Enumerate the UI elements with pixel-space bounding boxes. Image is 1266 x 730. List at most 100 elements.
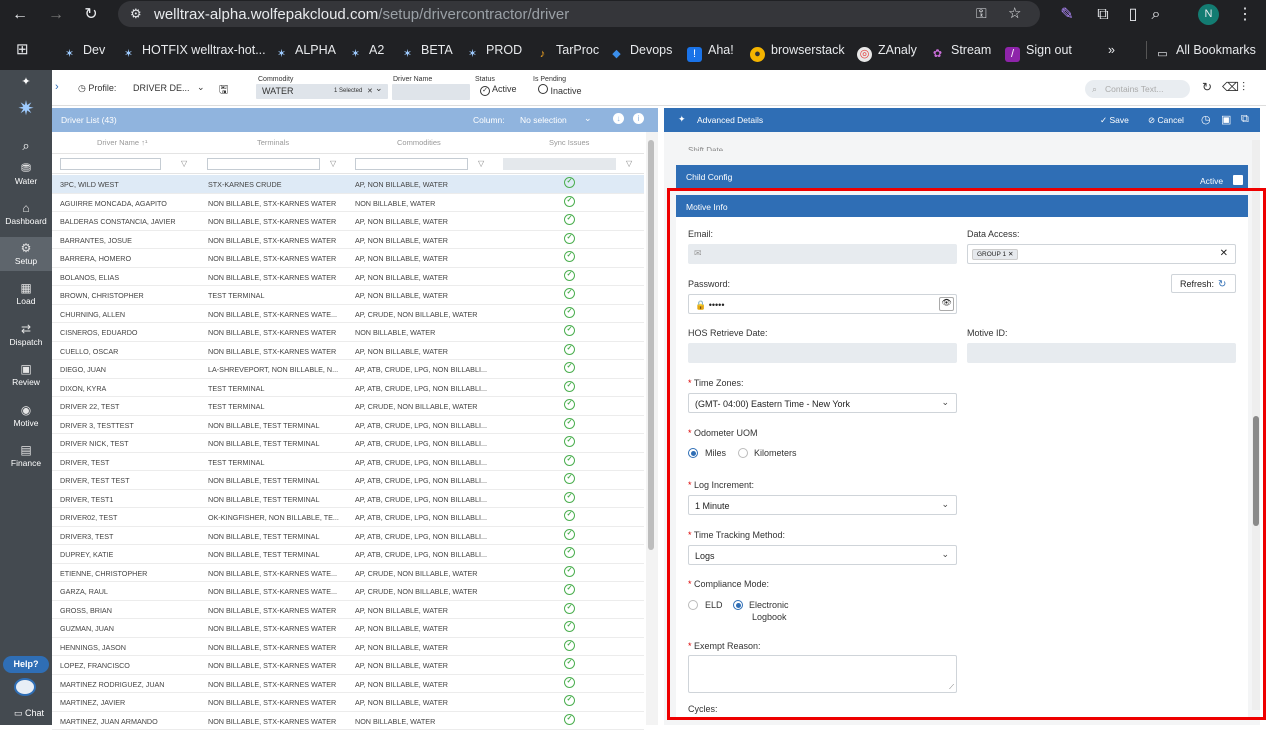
profile-avatar[interactable]: N [1198,4,1219,25]
back-icon[interactable]: ← [9,4,31,26]
expand-icon[interactable]: ⧉ [1241,113,1249,126]
nav-dashboard[interactable]: ⌂Dashboard [0,201,52,227]
extensions-icon[interactable]: ⧉ [1092,4,1114,26]
nav-water[interactable]: ⛃Water [0,161,52,187]
more-bookmarks-icon[interactable]: » [1108,41,1115,59]
header-driver-name[interactable]: Driver Name ↑¹ [97,138,147,147]
table-row[interactable]: MARTINEZ RODRIGUEZ, JUANNON BILLABLE, ST… [52,675,644,694]
table-row[interactable]: DIXON, KYRATEST TERMINALAP, ATB, CRUDE, … [52,379,644,398]
table-row[interactable]: DRIVER 3, TESTTESTNON BILLABLE, TEST TER… [52,416,644,435]
table-row[interactable]: BOLANOS, ELIASNON BILLABLE, STX-KARNES W… [52,268,644,287]
site-settings-icon[interactable]: ⚙ [130,6,142,22]
column-select[interactable]: No selection [520,115,567,125]
settings-sliders-icon[interactable]: ⫶ [1242,80,1245,95]
bookmark-alpha[interactable]: ✶ALPHA [274,41,336,59]
forward-icon[interactable]: → [45,4,67,26]
profile-value[interactable]: DRIVER DE... [133,83,190,93]
table-row[interactable]: AGUIRRE MONCADA, AGAPITONON BILLABLE, ST… [52,194,644,213]
table-row[interactable]: GARZA, RAULNON BILLABLE, STX-KARNES WATE… [52,582,644,601]
driver-name-input[interactable] [392,84,470,100]
profile-selector[interactable]: ◷ Profile: [78,83,116,94]
address-bar[interactable]: ⚙ welltrax-alpha.wolfepakcloud.com/setup… [118,1,1040,27]
table-row[interactable]: CHURNING, ALLENNON BILLABLE, STX-KARNES … [52,305,644,324]
cancel-button[interactable]: ⊘ Cancel [1148,115,1184,126]
all-bookmarks[interactable]: ▭All Bookmarks [1146,41,1256,59]
active-radio[interactable]: ✓ Active [480,84,517,96]
save-profile-icon[interactable]: 🖫 [219,81,228,100]
download-icon[interactable]: ↓ [613,113,624,124]
table-row[interactable]: DRIVER, TEST TESTNON BILLABLE, TEST TERM… [52,471,644,490]
pin-icon[interactable]: ✦ [678,114,686,125]
nav-load[interactable]: ▦Load [0,281,52,307]
column-chevron-icon[interactable]: ⌄ [584,113,592,124]
filter-icon[interactable]: ▽ [181,159,187,168]
child-config-section[interactable]: Child Config Active [676,165,1248,188]
extension-feather-icon[interactable]: ✎ [1056,4,1078,26]
bookmark-browserstack[interactable]: ●browserstack [750,41,845,59]
nav-finance[interactable]: ▤Finance [0,443,52,469]
user-card-icon[interactable]: ▣ [1221,113,1231,126]
table-row[interactable]: DRIVER 22, TESTTEST TERMINALAP, CRUDE, N… [52,397,644,416]
table-row[interactable]: LOPEZ, FRANCISCONON BILLABLE, STX-KARNES… [52,656,644,675]
table-row[interactable]: BALDERAS CONSTANCIA, JAVIERNON BILLABLE,… [52,212,644,231]
filter-icon[interactable]: ▽ [478,159,484,168]
table-row[interactable]: MARTINEZ, JAVIERNON BILLABLE, STX-KARNES… [52,693,644,712]
table-row[interactable]: CISNEROS, EDUARDONON BILLABLE, STX-KARNE… [52,323,644,342]
clear-icon[interactable]: ✕ [367,87,373,95]
filter-terminals[interactable] [207,158,320,170]
table-row[interactable]: 3PC, WILD WESTSTX-KARNES CRUDEAP, NON BI… [52,175,644,194]
table-row[interactable]: DRIVER02, TESTOK-KINGFISHER, NON BILLABL… [52,508,644,527]
header-terminals[interactable]: Terminals [257,138,289,147]
table-row[interactable]: GROSS, BRIANNON BILLABLE, STX-KARNES WAT… [52,601,644,620]
inactive-radio[interactable]: Inactive [538,84,582,96]
collapse-icon[interactable]: › [55,81,59,93]
bookmark-tarproc[interactable]: ♪TarProc [535,41,599,59]
menu-icon[interactable]: ⋮ [1234,4,1256,26]
table-row[interactable]: BARRANTES, JOSUENON BILLABLE, STX-KARNES… [52,231,644,250]
table-row[interactable]: BROWN, CHRISTOPHERTEST TERMINALAP, NON B… [52,286,644,305]
table-row[interactable]: DRIVER, TESTTEST TERMINALAP, ATB, CRUDE,… [52,453,644,472]
table-row[interactable]: GUZMAN, JUANNON BILLABLE, STX-KARNES WAT… [52,619,644,638]
filter-driver-name[interactable] [60,158,161,170]
bookmark-a2[interactable]: ✶A2 [348,41,384,59]
table-row[interactable]: DUPREY, KATIENON BILLABLE, TEST TERMINAL… [52,545,644,564]
nav-dispatch[interactable]: ⇄Dispatch [0,322,52,348]
bookmark-dev[interactable]: ✶Dev [62,41,105,59]
table-row[interactable]: BARRERA, HOMERONON BILLABLE, STX-KARNES … [52,249,644,268]
filter-icon[interactable]: ▽ [330,159,336,168]
downloads-search-icon[interactable]: ⌕ [1145,4,1167,26]
refresh-icon[interactable]: ↻ [1202,80,1212,94]
chat-link[interactable]: ▭ Chat [14,708,44,719]
bookmark-stream[interactable]: ✿Stream [930,41,991,59]
nav-setup[interactable]: ⚙Setup [0,237,52,271]
bookmark-devops[interactable]: ◆Devops [609,41,672,59]
history-icon[interactable]: ◷ [1201,113,1211,126]
star-icon[interactable]: ☆ [1008,4,1021,22]
table-row[interactable]: HENNINGS, JASONNON BILLABLE, STX-KARNES … [52,638,644,657]
pin-icon[interactable]: ✦ [0,75,52,88]
header-sync-issues[interactable]: Sync Issues [549,138,589,147]
list-scroll-thumb[interactable] [648,140,654,550]
commodity-select[interactable]: WATER 1 Selected ✕ [256,84,388,99]
filter-sync-issues[interactable] [503,158,616,170]
bookmark-hotfix[interactable]: ✶HOTFIX welltrax-hot... [121,41,266,59]
table-row[interactable]: DRIVER, TEST1NON BILLABLE, TEST TERMINAL… [52,490,644,509]
table-row[interactable]: MARTINEZ, JUAN ARMANDONON BILLABLE, STX-… [52,712,644,730]
bookmark-aha[interactable]: !Aha! [687,41,734,59]
table-row[interactable]: DRIVER3, TESTNON BILLABLE, TEST TERMINAL… [52,527,644,546]
search-box[interactable]: ⌕ Contains Text... [1085,80,1190,98]
bookmark-signout[interactable]: /Sign out [1005,41,1072,59]
search-icon[interactable]: ⌕ [0,138,52,154]
chat-avatar-icon[interactable] [14,678,36,696]
commodity-chevron-icon[interactable]: ⌄ [375,83,383,94]
header-commodities[interactable]: Commodities [397,138,441,147]
help-button[interactable]: Help? [3,656,49,673]
reload-icon[interactable]: ↻ [80,4,102,26]
bookmark-beta[interactable]: ✶BETA [400,41,453,59]
sidepanel-icon[interactable]: ▯ [1122,4,1144,26]
filter-commodities[interactable] [355,158,468,170]
filter-icon[interactable]: ▽ [626,159,632,168]
nav-review[interactable]: ▣Review [0,362,52,388]
key-icon[interactable]: ⚿ [976,5,987,22]
apps-icon[interactable]: ⊞ [16,41,29,59]
